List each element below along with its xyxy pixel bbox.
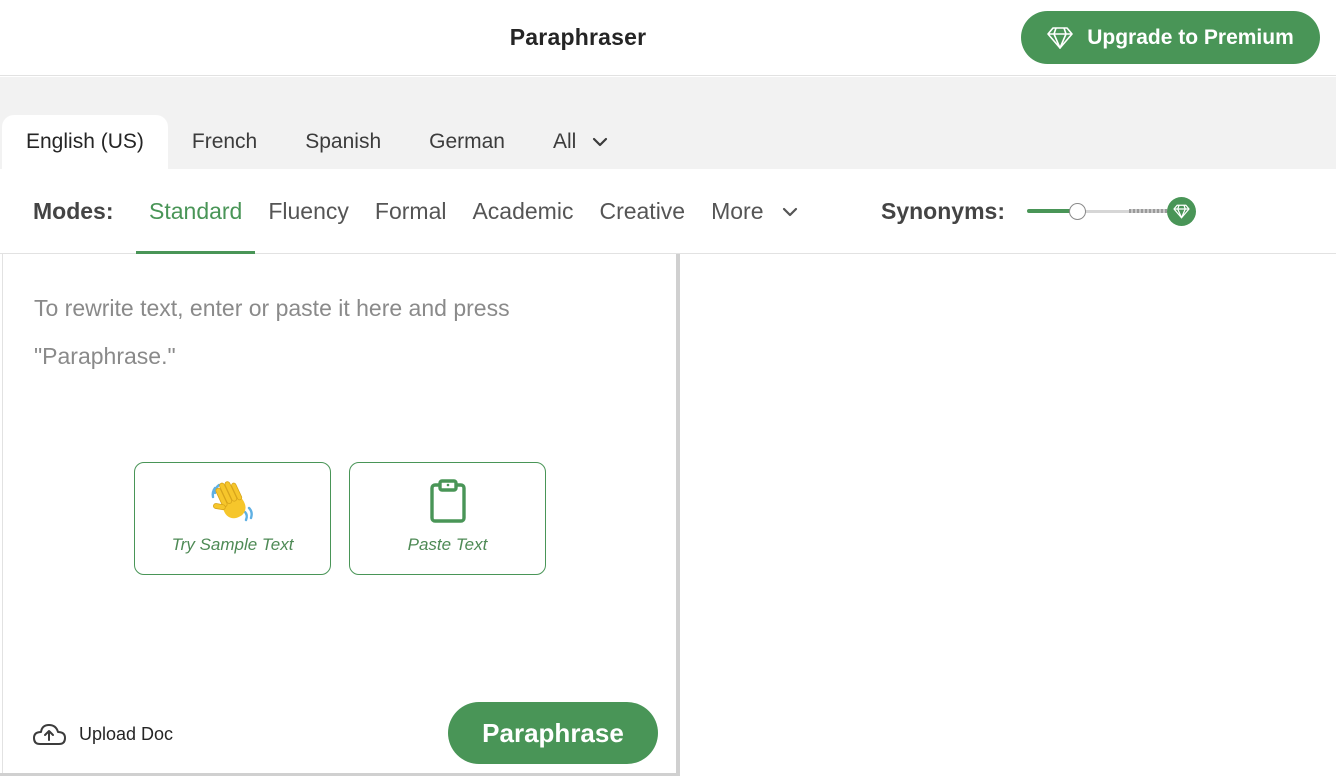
tab-label: English (US) [26, 130, 144, 153]
input-textarea[interactable]: To rewrite text, enter or paste it here … [34, 284, 614, 380]
tab-label: All [552, 130, 577, 153]
mode-label: More [711, 198, 764, 224]
mode-standard[interactable]: Standard [136, 169, 256, 254]
mode-label: Academic [472, 198, 574, 224]
tab-all-languages[interactable]: All [529, 115, 632, 169]
premium-slider-stop[interactable] [1167, 197, 1196, 226]
synonyms-label: Synonyms: [881, 198, 1005, 224]
mode-tabs: Standard Fluency Formal Academic Creativ… [136, 169, 811, 254]
mode-fluency[interactable]: Fluency [255, 169, 362, 254]
mode-creative[interactable]: Creative [586, 169, 698, 254]
mode-more[interactable]: More [698, 169, 810, 254]
mode-label: Standard [149, 198, 243, 224]
page-title: Paraphraser [509, 24, 647, 50]
upgrade-premium-button[interactable]: Upgrade to Premium [1021, 11, 1320, 64]
cloud-upload-icon [33, 724, 66, 745]
tab-french[interactable]: French [168, 115, 281, 169]
mode-label: Fluency [268, 198, 349, 224]
slider-handle[interactable] [1069, 203, 1086, 220]
input-panel: To rewrite text, enter or paste it here … [2, 254, 676, 774]
top-bar: Paraphraser Upgrade to Premium [0, 0, 1336, 76]
modes-label: Modes: [33, 198, 114, 224]
synonyms-slider[interactable] [1027, 197, 1199, 227]
chevron-down-icon [593, 137, 608, 147]
language-bar: English (US) French Spanish German All [0, 77, 1336, 169]
paste-text-label: Paste Text [407, 535, 488, 554]
mode-formal[interactable]: Formal [362, 169, 460, 254]
paraphrase-button[interactable]: Paraphrase [448, 702, 658, 764]
language-tabs: English (US) French Spanish German All [2, 115, 632, 169]
tab-german[interactable]: German [405, 115, 529, 169]
upgrade-premium-label: Upgrade to Premium [1087, 25, 1294, 49]
tab-spanish[interactable]: Spanish [281, 115, 405, 169]
tab-label: German [429, 130, 505, 153]
mode-label: Formal [374, 198, 447, 224]
paste-text-button[interactable]: Paste Text [349, 462, 546, 575]
chevron-down-icon [782, 207, 797, 216]
waving-hand-icon [209, 479, 257, 523]
diamond-icon [1173, 204, 1190, 219]
modes-bar: Modes: Standard Fluency Formal Academic … [0, 169, 1336, 254]
tab-english-us[interactable]: English (US) [2, 115, 168, 169]
output-panel [680, 254, 1336, 776]
upload-doc-label: Upload Doc [79, 723, 174, 744]
mode-academic[interactable]: Academic [459, 169, 586, 254]
tab-label: Spanish [305, 130, 382, 153]
clipboard-icon [429, 479, 467, 523]
diamond-icon [1047, 26, 1074, 49]
mode-label: Creative [599, 198, 686, 224]
try-sample-text-label: Try Sample Text [171, 535, 294, 554]
tab-label: French [191, 130, 258, 153]
upload-doc-button[interactable]: Upload Doc [31, 722, 173, 746]
try-sample-text-button[interactable]: Try Sample Text [134, 462, 331, 575]
